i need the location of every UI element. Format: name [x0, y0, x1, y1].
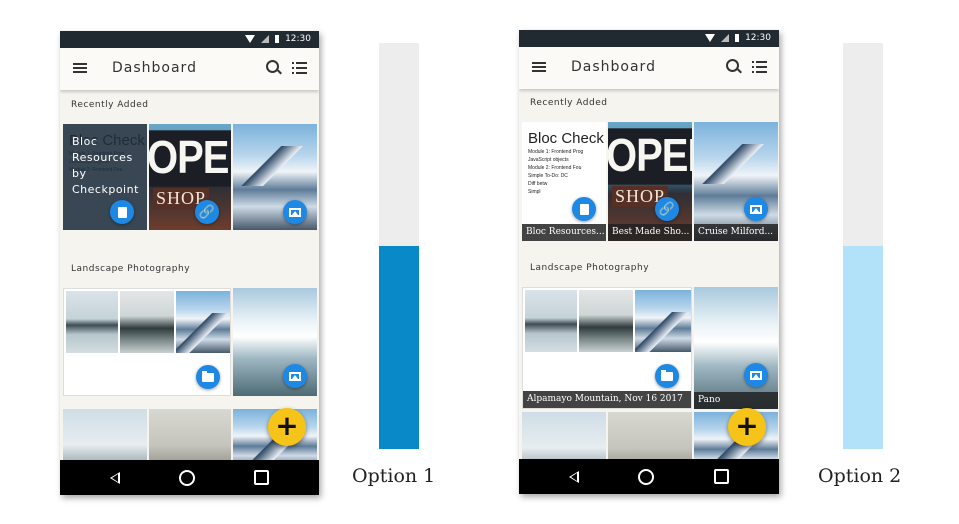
doc-line: Diff betw — [528, 181, 548, 187]
open-shop-tile[interactable]: OPEN SHOP 🔗 Best Made Sho... — [608, 122, 692, 241]
add-fab-button[interactable]: + — [268, 408, 306, 446]
phone-option-2: 12:30 Dashboard Recently Added Bloc Chec… — [519, 30, 779, 494]
app-bar: Dashboard — [60, 48, 319, 90]
bloc-resources-tile[interactable]: Bloc Check Module 1: Frontend Prog JavaS… — [522, 122, 606, 241]
page-title: Dashboard — [571, 59, 656, 75]
section-title-recent: Recently Added — [71, 100, 149, 110]
status-time: 12:30 — [745, 33, 771, 43]
battery-icon — [275, 35, 280, 43]
option-2-label: Option 2 — [818, 465, 902, 487]
folder-icon — [196, 365, 220, 389]
tile-caption: Pano — [694, 392, 778, 409]
album-thumb — [66, 291, 118, 353]
status-time: 12:30 — [285, 34, 311, 44]
home-icon[interactable] — [178, 469, 195, 486]
open-sign-text: OPEN — [608, 128, 692, 185]
document-icon — [572, 197, 596, 221]
mountain-photo-tile[interactable] — [233, 124, 317, 230]
album-folder-card[interactable]: Alpamayo Mountain, Nov 16 2017 — [522, 287, 692, 409]
home-icon[interactable] — [638, 468, 655, 485]
signal-icon — [721, 34, 730, 42]
doc-line: Module 2: Frontend Fou — [528, 165, 582, 171]
doc-line: Module 1: Frontend Prog — [528, 149, 584, 155]
status-bar: 12:30 — [519, 30, 779, 47]
open-shop-tile[interactable]: OPEN SHOP 🔗 — [149, 124, 231, 230]
phone-option-1: 12:30 Dashboard Recently Added Bloc Chec… — [60, 31, 319, 495]
plus-icon: + — [275, 409, 299, 442]
menu-icon[interactable] — [73, 63, 87, 73]
add-fab-button[interactable]: + — [728, 408, 766, 446]
image-icon — [744, 197, 768, 221]
plus-icon: + — [735, 409, 759, 442]
tile-caption: Bloc Resources... — [522, 224, 606, 241]
link-icon: 🔗 — [655, 197, 679, 221]
overlay-title: Bloc Resources by Checkpoint — [72, 135, 139, 196]
signal-icon — [261, 35, 270, 43]
document-icon — [110, 200, 134, 224]
section-title-landscape: Landscape Photography — [530, 263, 650, 273]
doc-heading: Bloc Check — [528, 130, 604, 147]
back-icon[interactable] — [568, 470, 579, 483]
search-icon[interactable] — [266, 60, 279, 73]
mountain-photo-tile[interactable]: Cruise Milford... — [694, 122, 778, 241]
album-thumb — [120, 291, 174, 353]
wifi-icon — [245, 35, 256, 43]
image-icon — [283, 364, 307, 388]
pano-photo-tile[interactable]: Pano — [694, 287, 778, 409]
recents-icon[interactable] — [714, 469, 730, 484]
doc-preview: Bloc Check Module 1: Frontend Prog JavaS… — [528, 130, 604, 195]
section-title-recent: Recently Added — [530, 98, 608, 108]
folder-icon — [655, 364, 679, 388]
image-icon — [283, 200, 307, 224]
open-sign-text: OPEN — [149, 130, 231, 187]
status-bar: 12:30 — [60, 31, 319, 48]
tile-caption: Best Made Sho... — [608, 224, 692, 241]
doc-line: Simple To-Do: DC — [528, 173, 568, 179]
list-view-icon[interactable] — [752, 61, 767, 73]
bloc-resources-tile[interactable]: Bloc Check Module 1: Frontend Prog JavaS… — [63, 124, 147, 230]
battery-icon — [735, 34, 740, 42]
album-thumb — [579, 290, 633, 352]
app-bar: Dashboard — [519, 47, 779, 89]
pano-photo-tile[interactable] — [233, 288, 317, 396]
system-nav-bar — [519, 459, 779, 494]
tile-caption: Cruise Milford... — [694, 224, 778, 241]
recents-icon[interactable] — [254, 470, 270, 485]
option-1-label: Option 1 — [352, 465, 436, 487]
album-thumb — [525, 290, 577, 352]
page-title: Dashboard — [112, 60, 197, 76]
search-icon[interactable] — [726, 59, 739, 72]
wifi-icon — [705, 34, 716, 42]
link-icon: 🔗 — [195, 200, 219, 224]
doc-line: JavaScript objects — [528, 157, 569, 163]
option-2-bar-fill — [843, 246, 883, 449]
menu-icon[interactable] — [532, 62, 546, 72]
list-view-icon[interactable] — [292, 62, 307, 74]
option-2-bar-track — [843, 43, 883, 449]
album-thumb — [635, 290, 691, 352]
album-caption: Alpamayo Mountain, Nov 16 2017 — [523, 391, 691, 408]
system-nav-bar — [60, 460, 319, 495]
doc-line: Simpl — [528, 189, 541, 195]
option-1-bar-track — [379, 43, 419, 449]
back-icon[interactable] — [109, 471, 120, 484]
section-title-landscape: Landscape Photography — [71, 264, 191, 274]
album-thumb — [176, 291, 230, 353]
album-folder-card[interactable] — [63, 288, 231, 396]
option-1-bar-fill — [379, 246, 419, 449]
image-icon — [744, 363, 768, 387]
